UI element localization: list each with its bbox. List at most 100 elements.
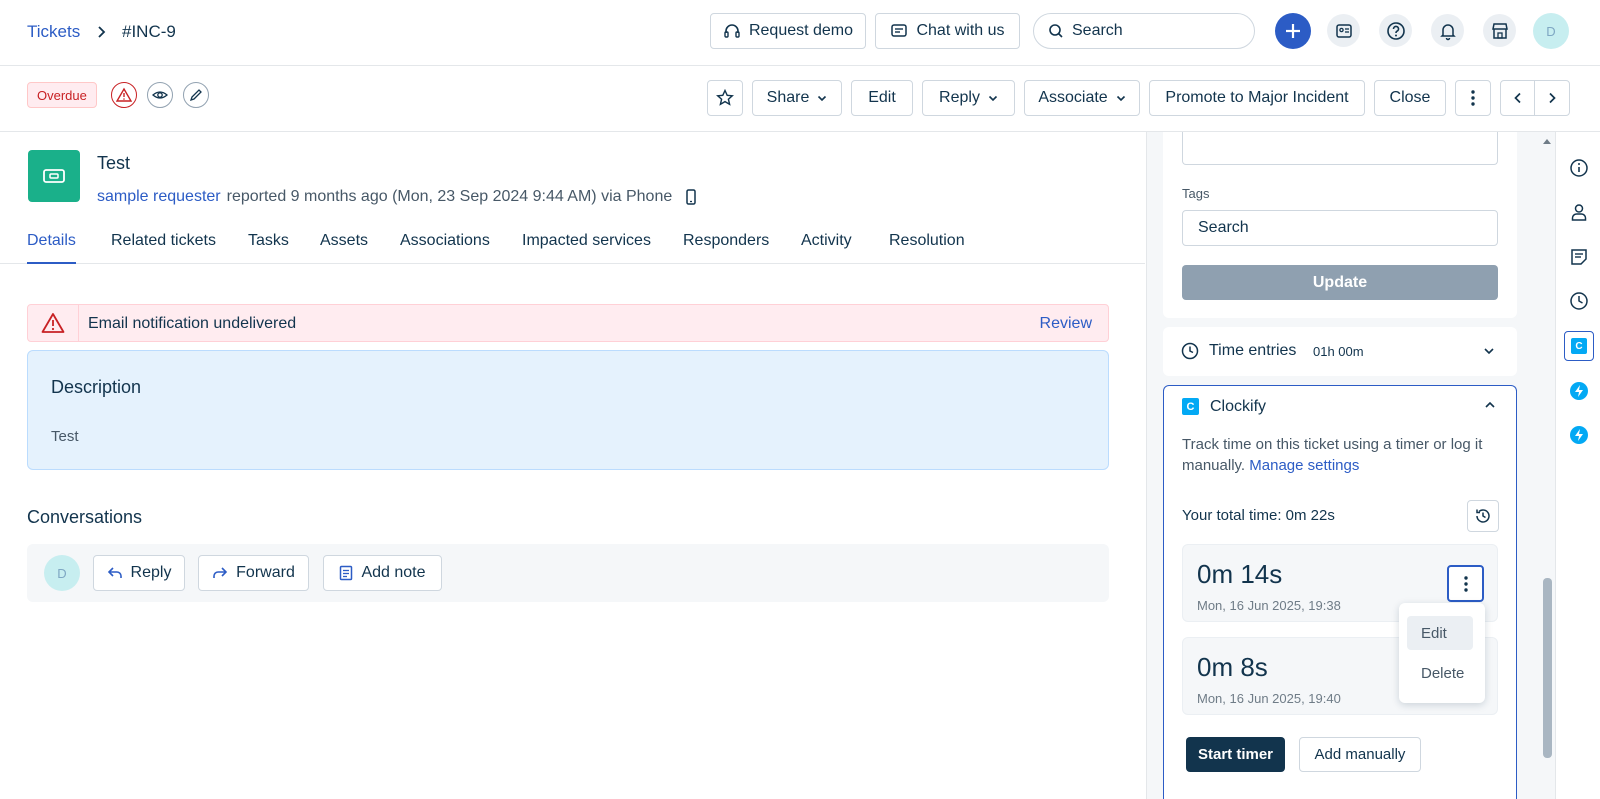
headset-icon	[723, 22, 741, 40]
request-demo-button[interactable]: Request demo	[710, 13, 866, 49]
create-new-button[interactable]	[1275, 13, 1311, 49]
scrollbar-thumb[interactable]	[1543, 578, 1552, 758]
chevron-down-icon	[817, 93, 827, 103]
contacts-card-button[interactable]	[1327, 14, 1360, 47]
reply-label: Reply	[939, 89, 980, 106]
alert-text: Email notification undelivered	[88, 315, 297, 332]
chevron-down-icon	[1483, 346, 1495, 356]
help-button[interactable]	[1379, 14, 1412, 47]
chevron-down-icon	[1116, 93, 1126, 103]
chat-with-us-button[interactable]: Chat with us	[875, 13, 1020, 49]
ticket-meta: sample requester reported 9 months ago (…	[97, 188, 696, 206]
more-actions-button[interactable]	[1455, 80, 1491, 116]
description-body: Test	[51, 428, 79, 445]
apps-side-strip: C	[1555, 132, 1600, 799]
update-button[interactable]: Update	[1182, 265, 1498, 300]
time-entries-label: Time entries	[1209, 342, 1297, 359]
manage-settings-link[interactable]: Manage settings	[1249, 457, 1359, 474]
ticket-toolbar: Overdue Share Edit Reply Associate Promo…	[0, 66, 1600, 132]
edit-pencil-icon[interactable]	[183, 82, 209, 108]
lightning-app-icon[interactable]	[1569, 425, 1589, 445]
kebab-menu-icon	[1463, 575, 1468, 592]
add-manually-button[interactable]: Add manually	[1299, 737, 1421, 772]
star-icon	[716, 89, 734, 107]
conversations-heading: Conversations	[27, 507, 143, 527]
share-label: Share	[766, 89, 810, 106]
watch-eye-icon[interactable]	[147, 82, 173, 108]
description-box: Description Test	[27, 350, 1109, 470]
time-entries-card[interactable]: Time entries 01h 00m	[1163, 327, 1517, 376]
tab-associations[interactable]: Associations	[400, 232, 490, 250]
time-clock-icon[interactable]	[1569, 291, 1589, 311]
note-icon	[339, 565, 353, 581]
reply-dropdown-button[interactable]: Reply	[922, 80, 1015, 116]
tab-related-tickets[interactable]: Related tickets	[111, 232, 216, 250]
tab-resolution[interactable]: Resolution	[889, 232, 965, 250]
clockify-app-button[interactable]: C	[1564, 331, 1594, 361]
description-heading: Description	[51, 377, 142, 397]
share-button[interactable]: Share	[752, 80, 842, 116]
forward-arrow-icon	[212, 566, 228, 580]
properties-field-partial[interactable]	[1182, 132, 1498, 165]
tab-details[interactable]: Details	[27, 232, 76, 250]
time-entry-dropdown-menu: Edit Delete	[1399, 603, 1485, 703]
review-link[interactable]: Review	[1040, 315, 1092, 333]
timer-history-button[interactable]	[1467, 500, 1499, 532]
add-note-label: Add note	[361, 564, 426, 581]
search-icon	[1048, 23, 1064, 39]
start-timer-button[interactable]: Start timer	[1186, 737, 1285, 772]
tab-tasks[interactable]: Tasks	[248, 232, 289, 250]
tab-impacted-services[interactable]: Impacted services	[522, 232, 651, 250]
info-icon[interactable]	[1569, 158, 1589, 178]
requester-user-icon[interactable]	[1569, 202, 1589, 222]
edit-button[interactable]: Edit	[851, 80, 913, 116]
chevron-up-icon[interactable]	[1484, 400, 1496, 410]
add-note-button[interactable]: Add note	[323, 555, 442, 591]
priority-warning-icon[interactable]	[111, 82, 137, 108]
user-avatar[interactable]: D	[1533, 13, 1569, 49]
chevron-right-icon	[96, 22, 108, 42]
reply-label: Reply	[130, 564, 172, 581]
tab-assets[interactable]: Assets	[320, 232, 368, 250]
notes-icon[interactable]	[1569, 247, 1589, 267]
close-button[interactable]: Close	[1374, 80, 1446, 116]
breadcrumb-tickets-link[interactable]: Tickets	[27, 22, 80, 42]
associate-button[interactable]: Associate	[1024, 80, 1140, 116]
forward-label: Forward	[236, 564, 295, 581]
clockify-title: Clockify	[1210, 398, 1267, 415]
time-entries-total: 01h 00m	[1313, 344, 1364, 359]
notifications-button[interactable]	[1431, 14, 1464, 47]
conversation-reply-button[interactable]: Reply	[93, 555, 185, 591]
menu-item-delete[interactable]: Delete	[1407, 656, 1473, 690]
reply-arrow-icon	[107, 566, 123, 580]
requester-link[interactable]: sample requester	[97, 188, 221, 206]
next-ticket-button[interactable]	[1535, 81, 1569, 115]
scroll-up-arrow-icon[interactable]	[1542, 137, 1552, 145]
notification-alert: Email notification undelivered Review	[27, 304, 1109, 342]
forward-button[interactable]: Forward	[198, 555, 309, 591]
id-card-icon	[1335, 22, 1353, 40]
kebab-menu-icon	[1471, 89, 1475, 107]
tab-activity[interactable]: Activity	[801, 232, 852, 250]
time-entry-menu-button[interactable]	[1447, 565, 1484, 602]
store-icon	[1490, 21, 1510, 41]
ticket-meta-text: reported 9 months ago (Mon, 23 Sep 2024 …	[226, 188, 673, 205]
search-input[interactable]: Search	[1033, 13, 1255, 49]
total-time-text: Your total time: 0m 22s	[1182, 507, 1335, 524]
previous-ticket-button[interactable]	[1501, 81, 1535, 115]
clock-icon	[1181, 342, 1199, 360]
top-bar: Tickets #INC-9 Request demo Chat with us…	[0, 0, 1600, 66]
agent-avatar: D	[44, 555, 80, 591]
tab-responders[interactable]: Responders	[683, 232, 769, 250]
clockify-description: Track time on this ticket using a timer …	[1182, 434, 1500, 476]
history-clock-icon	[1476, 509, 1490, 523]
chat-with-us-label: Chat with us	[916, 22, 1005, 39]
ticket-pager	[1500, 80, 1570, 116]
lightning-app-icon[interactable]	[1569, 381, 1589, 401]
menu-item-edit[interactable]: Edit	[1407, 616, 1473, 650]
tags-input[interactable]: Search	[1182, 210, 1498, 246]
promote-major-incident-button[interactable]: Promote to Major Incident	[1149, 80, 1365, 116]
star-button[interactable]	[707, 80, 743, 116]
marketplace-button[interactable]	[1483, 14, 1516, 47]
tags-label: Tags	[1182, 186, 1210, 201]
